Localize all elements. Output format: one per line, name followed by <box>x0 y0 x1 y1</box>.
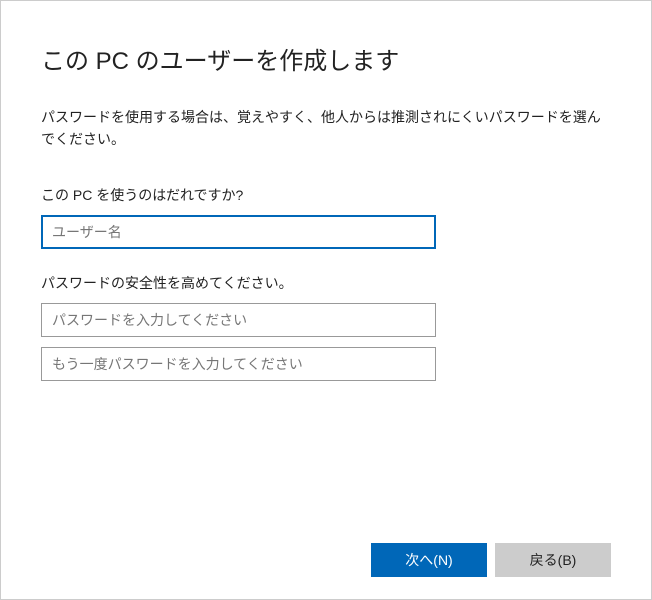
footer-buttons: 次へ(N) 戻る(B) <box>371 543 611 577</box>
username-section: この PC を使うのはだれですか? <box>41 185 611 249</box>
password-label: パスワードの安全性を高めてください。 <box>41 273 611 293</box>
page-title: この PC のユーザーを作成します <box>41 41 611 76</box>
username-label: この PC を使うのはだれですか? <box>41 185 611 205</box>
password-input[interactable] <box>41 303 436 337</box>
password-section: パスワードの安全性を高めてください。 <box>41 273 611 381</box>
next-button[interactable]: 次へ(N) <box>371 543 487 577</box>
username-input[interactable] <box>41 215 436 249</box>
password-confirm-input[interactable] <box>41 347 436 381</box>
back-button[interactable]: 戻る(B) <box>495 543 611 577</box>
description-text: パスワードを使用する場合は、覚えやすく、他人からは推測されにくいパスワードを選ん… <box>41 106 611 151</box>
